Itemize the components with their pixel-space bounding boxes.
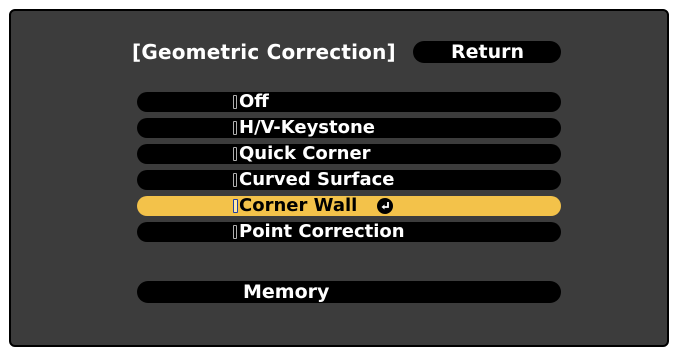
- menu-item-label: Off: [239, 91, 269, 112]
- radio-marker: [233, 225, 237, 239]
- radio-marker: [233, 95, 237, 109]
- memory-button-label: Memory: [243, 281, 330, 303]
- radio-marker: [233, 199, 238, 213]
- page-title: [Geometric Correction]: [132, 40, 396, 64]
- return-button-label: Return: [451, 41, 525, 63]
- menu-item-label: H/V-Keystone: [239, 117, 376, 138]
- radio-marker: [233, 147, 237, 161]
- geometric-correction-screen: [Geometric Correction] Return Off H/V-Ke…: [9, 9, 669, 347]
- return-button[interactable]: Return: [413, 41, 561, 63]
- menu-item-corner-wall[interactable]: Corner Wall: [137, 196, 561, 216]
- memory-button[interactable]: Memory: [137, 281, 561, 303]
- menu-item-label: Point Correction: [239, 221, 405, 242]
- menu-item-label: Corner Wall: [239, 195, 358, 216]
- menu-item-off[interactable]: Off: [137, 92, 561, 112]
- menu-item-label: Quick Corner: [239, 143, 371, 164]
- radio-marker: [233, 173, 237, 187]
- correction-menu: Off H/V-Keystone Quick Corner Curved Sur…: [137, 92, 561, 248]
- menu-header: [Geometric Correction] Return: [11, 39, 667, 65]
- menu-item-hv-keystone[interactable]: H/V-Keystone: [137, 118, 561, 138]
- menu-item-label: Curved Surface: [239, 169, 395, 190]
- menu-item-point-correction[interactable]: Point Correction: [137, 222, 561, 242]
- enter-icon: [377, 198, 393, 214]
- menu-item-curved-surface[interactable]: Curved Surface: [137, 170, 561, 190]
- radio-marker: [233, 121, 237, 135]
- menu-item-quick-corner[interactable]: Quick Corner: [137, 144, 561, 164]
